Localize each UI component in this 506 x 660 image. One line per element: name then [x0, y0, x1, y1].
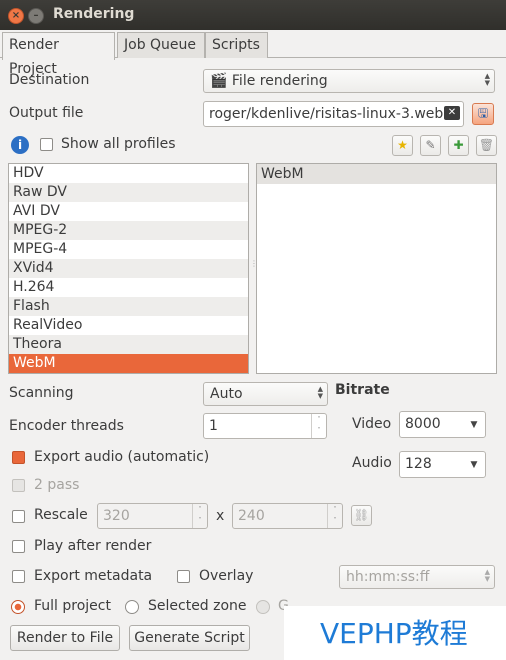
selected-zone-radio[interactable]	[125, 600, 139, 614]
show-all-profiles-label: Show all profiles	[61, 136, 176, 152]
list-item[interactable]: MPEG-4	[9, 240, 248, 259]
guide-zone-radio[interactable]	[256, 600, 270, 614]
list-item[interactable]: RealVideo	[9, 316, 248, 335]
pencil-icon: ✎	[425, 138, 436, 152]
audio-bitrate-value: 128	[405, 456, 432, 472]
bitrate-heading: Bitrate	[335, 382, 390, 398]
video-bitrate-label: Video	[352, 416, 392, 432]
audio-bitrate-combo[interactable]: 128 ▼	[399, 451, 486, 478]
spin-arrows-icon[interactable]: ˄ ˅	[327, 504, 342, 528]
tab-label: Scripts	[212, 37, 260, 53]
full-project-radio[interactable]	[11, 600, 25, 614]
updown-arrows-icon: ▲ ▼	[484, 568, 490, 583]
render-to-file-button[interactable]: Render to File	[10, 625, 120, 651]
rescale-height-value: 240	[238, 508, 265, 524]
chevron-down-icon[interactable]: ▼	[463, 412, 485, 437]
full-project-label: Full project	[34, 598, 111, 614]
overlay-format-value: hh:mm:ss:ff	[346, 569, 430, 585]
list-item[interactable]: Raw DV	[9, 183, 248, 202]
spin-arrows-icon[interactable]: ˄ ˅	[192, 504, 207, 528]
document-save-icon: 🖫	[477, 106, 489, 120]
chain-link-icon: ⛓	[353, 508, 370, 522]
export-metadata-label: Export metadata	[34, 568, 153, 584]
output-file-value: roger/kdenlive/risitas-linux-3.webm	[209, 106, 457, 122]
tab-label: Job Queue	[124, 37, 197, 53]
export-audio-label: Export audio (automatic)	[34, 449, 210, 465]
minimize-window-button[interactable]: –	[28, 8, 44, 24]
spin-arrows-icon[interactable]: ˄ ˅	[311, 414, 326, 438]
tab-job-queue[interactable]: Job Queue	[117, 32, 205, 58]
two-pass-checkbox[interactable]	[12, 479, 25, 492]
favorite-profile-button[interactable]: ★	[392, 135, 413, 156]
scanning-label: Scanning	[9, 385, 74, 401]
rescale-width-spinbox[interactable]: 320 ˄ ˅	[97, 503, 208, 529]
generate-script-button[interactable]: Generate Script	[129, 625, 250, 651]
delete-profile-button[interactable]: 🗑	[476, 135, 497, 156]
video-bitrate-combo[interactable]: 8000 ▼	[399, 411, 486, 438]
rescale-height-spinbox[interactable]: 240 ˄ ˅	[232, 503, 343, 529]
encoder-threads-value: 1	[209, 418, 218, 434]
profile-list[interactable]: WebM	[256, 163, 497, 374]
add-document-icon: ✚	[453, 138, 464, 152]
chevron-down-icon[interactable]: ▼	[463, 452, 485, 477]
export-metadata-checkbox[interactable]	[12, 570, 25, 583]
list-item[interactable]: WebM	[257, 164, 496, 184]
output-file-label: Output file	[9, 105, 84, 121]
watermark-logo: VEPHP教程	[320, 617, 468, 650]
encoder-threads-label: Encoder threads	[9, 418, 124, 434]
rescale-width-value: 320	[103, 508, 130, 524]
updown-arrows-icon: ▲ ▼	[484, 72, 490, 87]
edit-profile-button[interactable]: ✎	[420, 135, 441, 156]
output-file-input[interactable]: roger/kdenlive/risitas-linux-3.webm	[203, 101, 464, 127]
destination-value: File rendering	[231, 73, 328, 89]
rescale-checkbox[interactable]	[12, 510, 25, 523]
list-item[interactable]: H.264	[9, 278, 248, 297]
tab-label: Render Project	[9, 37, 59, 77]
list-item[interactable]: HDV	[9, 164, 248, 183]
tab-scripts[interactable]: Scripts	[205, 32, 268, 58]
list-item[interactable]: AVI DV	[9, 202, 248, 221]
tab-render-project[interactable]: Render Project	[2, 32, 115, 77]
two-pass-label: 2 pass	[34, 477, 80, 493]
scanning-dropdown[interactable]: Auto ▲ ▼	[203, 382, 328, 406]
list-item[interactable]: XVid4	[9, 259, 248, 278]
star-icon: ★	[397, 138, 408, 152]
encoder-threads-spinbox[interactable]: 1 ˄ ˅	[203, 413, 327, 439]
scanning-value: Auto	[210, 386, 243, 402]
destination-dropdown[interactable]: 🎬 File rendering ▲ ▼	[203, 69, 495, 93]
export-audio-checkbox[interactable]	[12, 451, 25, 464]
info-icon[interactable]: i	[11, 136, 29, 154]
show-all-profiles-checkbox[interactable]	[40, 138, 53, 151]
list-item[interactable]: MPEG-2	[9, 221, 248, 240]
audio-bitrate-label: Audio	[352, 455, 392, 471]
list-item[interactable]: Theora	[9, 335, 248, 354]
format-list[interactable]: HDV Raw DV AVI DV MPEG-2 MPEG-4 XVid4 H.…	[8, 163, 249, 374]
updown-arrows-icon: ▲ ▼	[317, 385, 323, 400]
clear-input-icon[interactable]: ✕	[444, 106, 460, 120]
play-after-render-label: Play after render	[34, 538, 152, 554]
overlay-checkbox[interactable]	[177, 570, 190, 583]
list-item[interactable]: Flash	[9, 297, 248, 316]
film-icon: 🎬	[210, 73, 228, 89]
rescale-label: Rescale	[34, 507, 88, 523]
play-after-render-checkbox[interactable]	[12, 540, 25, 553]
splitter-handle[interactable]: ⋮	[250, 260, 258, 272]
list-item-selected[interactable]: WebM	[9, 354, 248, 373]
link-aspect-button[interactable]: ⛓	[351, 505, 372, 526]
selected-zone-label: Selected zone	[148, 598, 247, 614]
browse-folder-button[interactable]: 🖫	[472, 103, 494, 125]
trash-icon: 🗑	[478, 138, 495, 152]
video-bitrate-value: 8000	[405, 416, 441, 432]
close-window-button[interactable]: ×	[8, 8, 24, 24]
rescale-x-label: x	[216, 508, 225, 524]
overlay-format-dropdown[interactable]: hh:mm:ss:ff ▲ ▼	[339, 565, 495, 589]
overlay-label: Overlay	[199, 568, 254, 584]
new-profile-button[interactable]: ✚	[448, 135, 469, 156]
window-title: Rendering	[53, 6, 135, 22]
